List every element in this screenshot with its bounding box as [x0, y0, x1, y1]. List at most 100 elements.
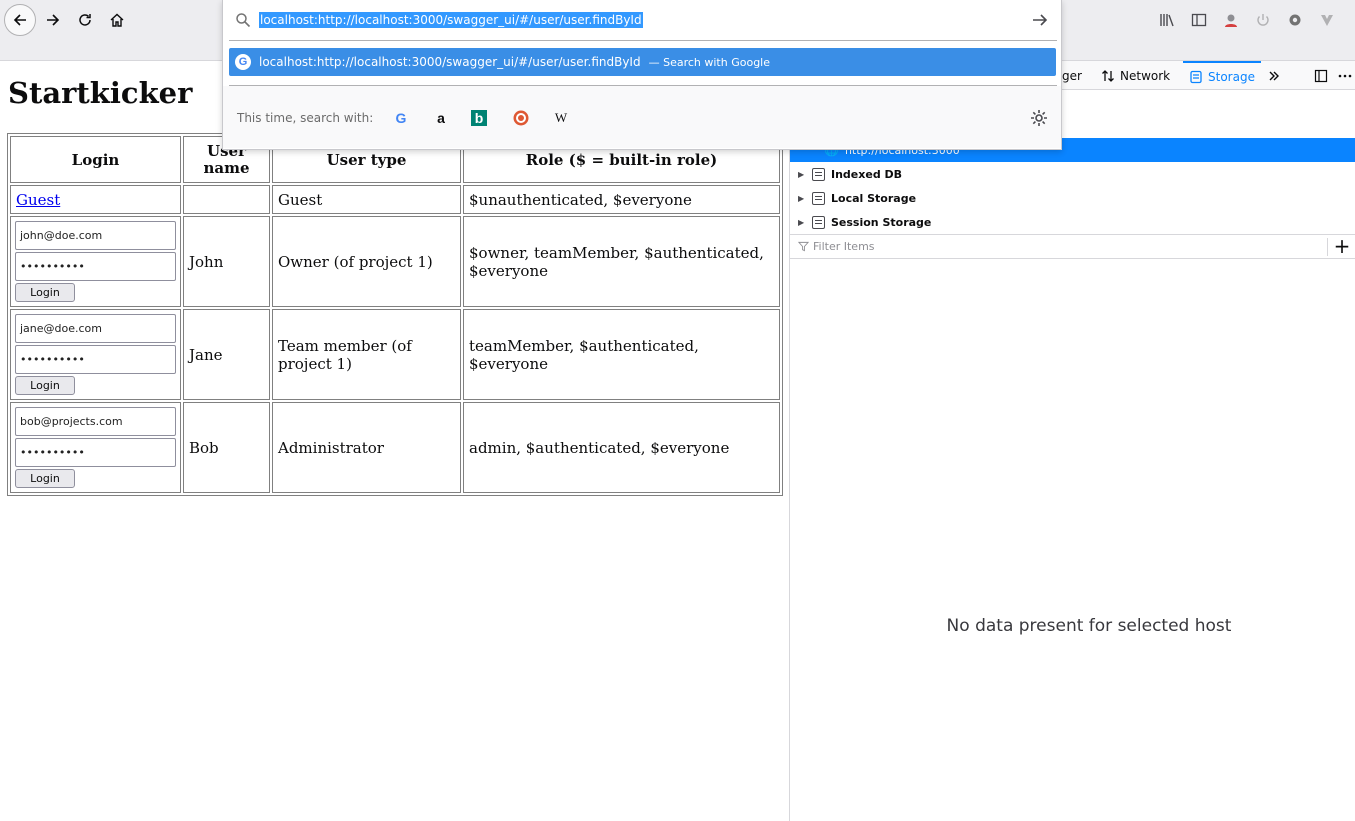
table-row-john: john@doe.com •••••••••• Login John Owner…: [10, 216, 780, 307]
go-arrow-icon[interactable]: [1031, 11, 1049, 29]
database-icon: [812, 215, 825, 229]
devtools-panel: ger Network Storage 🌐 http://localhost:3…: [789, 61, 1355, 821]
jane-login-button[interactable]: Login: [15, 376, 75, 395]
plus-icon: +: [1333, 234, 1351, 258]
gear-icon: [1289, 14, 1301, 26]
url-separator: [229, 40, 1057, 41]
add-item-button[interactable]: +: [1332, 234, 1352, 258]
jane-email-field[interactable]: jane@doe.com: [15, 314, 176, 343]
database-icon: [812, 191, 825, 205]
avatar-icon: [1225, 14, 1237, 27]
url-input-row[interactable]: localhost:http://localhost:3000/swagger_…: [223, 0, 1061, 40]
john-login-button[interactable]: Login: [15, 283, 75, 302]
bob-login-form: bob@projects.com •••••••••• Login: [15, 407, 176, 488]
library-button[interactable]: [1157, 10, 1177, 30]
bob-email-field[interactable]: bob@projects.com: [15, 407, 176, 436]
home-icon: [110, 13, 124, 27]
storage-tree: 🌐 http://localhost:3000 ▶ Indexed DB ▶ L…: [790, 138, 1355, 234]
filter-items-input[interactable]: Filter Items: [813, 240, 875, 253]
tree-item-session-storage[interactable]: ▶ Session Storage: [790, 210, 1355, 234]
duck-icon: [513, 110, 529, 126]
jane-username-cell: Jane: [183, 309, 270, 400]
url-input[interactable]: localhost:http://localhost:3000/swagger_…: [259, 12, 643, 28]
tree-item-local-storage[interactable]: ▶ Local Storage: [790, 186, 1355, 210]
bob-username-cell: Bob: [183, 402, 270, 493]
duckduckgo-icon[interactable]: [511, 108, 531, 128]
urlbar-dropdown: localhost:http://localhost:3000/swagger_…: [222, 0, 1062, 150]
tab-network[interactable]: Network: [1101, 61, 1170, 90]
expand-arrow-icon[interactable]: ▶: [798, 170, 806, 179]
users-table: Login User name User type Role ($ = buil…: [7, 133, 783, 496]
storage-icon: [1190, 70, 1202, 83]
search-suggestion[interactable]: G localhost:http://localhost:3000/swagge…: [229, 48, 1056, 76]
extension-avatar-button[interactable]: [1221, 10, 1241, 30]
dock-button[interactable]: [1314, 61, 1328, 90]
wikipedia-icon[interactable]: W: [551, 108, 571, 128]
devtools-menu-button[interactable]: [1338, 61, 1352, 90]
table-row-bob: bob@projects.com •••••••••• Login Bob Ad…: [10, 402, 780, 493]
guest-login-link[interactable]: Guest: [16, 191, 60, 209]
tree-item-label: Local Storage: [831, 191, 917, 205]
page-title: Startkicker: [8, 76, 193, 110]
sidebar-button[interactable]: [1189, 10, 1209, 30]
filter-separator: [1327, 238, 1328, 256]
bob-login-button[interactable]: Login: [15, 469, 75, 488]
filter-bar: Filter Items +: [790, 234, 1355, 259]
bing-icon[interactable]: b: [471, 110, 487, 126]
john-username-cell: John: [183, 216, 270, 307]
john-usertype-cell: Owner (of project 1): [272, 216, 461, 307]
amazon-icon[interactable]: a: [431, 108, 451, 128]
back-arrow-icon: [13, 14, 26, 26]
jane-login-cell: jane@doe.com •••••••••• Login: [10, 309, 181, 400]
tree-item-indexed-db[interactable]: ▶ Indexed DB: [790, 162, 1355, 186]
vpn-extension-button[interactable]: [1317, 10, 1337, 30]
tree-item-label: Session Storage: [831, 215, 932, 229]
john-login-form: john@doe.com •••••••••• Login: [15, 221, 176, 302]
jane-password-field[interactable]: ••••••••••: [15, 345, 176, 374]
tab-storage[interactable]: Storage: [1183, 61, 1261, 90]
google-icon: G: [235, 54, 251, 70]
google-icon[interactable]: G: [391, 108, 411, 128]
guest-usertype-cell: Guest: [272, 185, 461, 214]
suggestion-action: — Search with Google: [648, 55, 771, 69]
dock-side-icon: [1314, 69, 1328, 82]
more-tabs-button[interactable]: [1267, 61, 1281, 90]
forward-button[interactable]: [37, 4, 69, 36]
tab-debugger-label: ger: [1062, 68, 1082, 83]
search-settings-gear-icon[interactable]: [1029, 108, 1049, 128]
library-icon: [1160, 14, 1174, 27]
expand-arrow-icon[interactable]: ▶: [798, 218, 806, 227]
table-row-guest: Guest Guest $unauthenticated, $everyone: [10, 185, 780, 214]
bob-usertype-cell: Administrator: [272, 402, 461, 493]
reload-button[interactable]: [69, 4, 101, 36]
jane-usertype-cell: Team member (of project 1): [272, 309, 461, 400]
double-chevron-right-icon: [1269, 71, 1279, 80]
power-icon: [1257, 14, 1269, 26]
expand-arrow-icon[interactable]: ▶: [798, 194, 806, 203]
power-button[interactable]: [1253, 10, 1273, 30]
one-off-search-bar: This time, search with: G a b W: [223, 86, 1061, 148]
john-password-field[interactable]: ••••••••••: [15, 252, 176, 281]
settings-extension-button[interactable]: [1285, 10, 1305, 30]
guest-username-cell: [183, 185, 270, 214]
guest-login-cell: Guest: [10, 185, 181, 214]
empty-state-message: No data present for selected host: [946, 616, 1232, 636]
bob-login-cell: bob@projects.com •••••••••• Login: [10, 402, 181, 493]
network-icon: [1102, 69, 1114, 82]
sidebar-icon: [1191, 13, 1207, 27]
bob-role-cell: admin, $authenticated, $everyone: [463, 402, 780, 493]
john-role-cell: $owner, teamMember, $authenticated, $eve…: [463, 216, 780, 307]
suggestion-text: localhost:http://localhost:3000/swagger_…: [259, 55, 641, 69]
john-email-field[interactable]: john@doe.com: [15, 221, 176, 250]
john-login-cell: john@doe.com •••••••••• Login: [10, 216, 181, 307]
guest-role-cell: $unauthenticated, $everyone: [463, 185, 780, 214]
tree-item-label: Indexed DB: [831, 167, 903, 181]
jane-role-cell: teamMember, $authenticated, $everyone: [463, 309, 780, 400]
reload-icon: [79, 14, 91, 26]
forward-arrow-icon: [47, 14, 60, 26]
tab-storage-label: Storage: [1208, 69, 1255, 84]
tab-debugger[interactable]: ger: [1062, 61, 1082, 90]
bob-password-field[interactable]: ••••••••••: [15, 438, 176, 467]
back-button[interactable]: [4, 4, 36, 36]
home-button[interactable]: [101, 4, 133, 36]
